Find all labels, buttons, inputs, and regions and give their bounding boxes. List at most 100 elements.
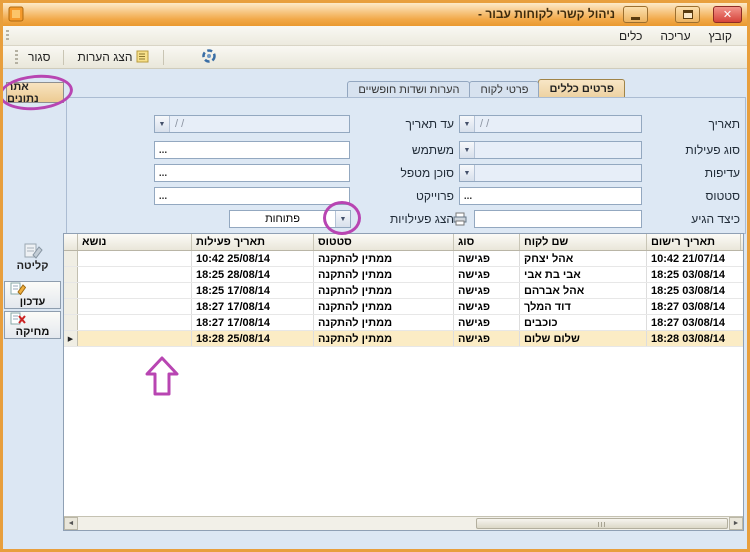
date-from-select[interactable]: ▼ / / (459, 115, 642, 133)
cell-subject[interactable] (78, 299, 192, 314)
update-button[interactable]: עדכון (4, 281, 61, 309)
cell-activity-date[interactable]: 17/08/14 18:27 (192, 315, 314, 330)
cell-type[interactable]: פגישה (454, 267, 520, 282)
cell-customer[interactable]: אהל יצחק (520, 251, 647, 266)
scroll-right-button[interactable]: ► (729, 517, 743, 530)
activity-type-select[interactable]: ▼ (459, 141, 642, 159)
table-row[interactable]: 17/08/14 18:25 ממתין להתקנה פגישה אהל אב… (64, 283, 743, 299)
tab-notes-free-fields[interactable]: הערות ושדות חופשיים (347, 81, 471, 98)
grip-handle-icon[interactable] (15, 50, 18, 64)
cell-customer[interactable]: אהל אברהם (520, 283, 647, 298)
chevron-down-icon[interactable]: ▼ (460, 116, 475, 132)
status-field[interactable]: ... (459, 187, 642, 205)
cell-customer[interactable]: אבי בת אבי (520, 267, 647, 282)
close-form-button[interactable]: סגור (22, 48, 56, 66)
cell-subject[interactable] (78, 283, 192, 298)
cell-status[interactable]: ממתין להתקנה (314, 251, 454, 266)
cell-type[interactable]: פגישה (454, 251, 520, 266)
grip-handle-icon[interactable] (6, 30, 9, 41)
how-arrived-value (475, 211, 641, 227)
cell-status[interactable]: ממתין להתקנה (314, 315, 454, 330)
show-activities-select[interactable]: פתוחות ▼ (229, 210, 351, 228)
row-selector-cell[interactable] (64, 299, 78, 314)
chevron-down-icon[interactable]: ▼ (155, 116, 170, 132)
row-selector-cell[interactable] (64, 251, 78, 266)
menu-tools[interactable]: כלים (610, 29, 651, 43)
cell-customer[interactable]: שלום שלום (520, 331, 647, 346)
cell-customer[interactable]: כוכבים (520, 315, 647, 330)
cell-reg-date[interactable]: 21/07/14 10:42 (647, 251, 741, 266)
tab-customer-details[interactable]: פרטי לקוח (469, 81, 540, 98)
cell-subject[interactable] (78, 267, 192, 282)
how-arrived-field[interactable] (474, 210, 642, 228)
find-data-button[interactable]: אתר נתונים (6, 81, 64, 105)
filter-panel: תאריך ▼ / / עד תאריך ▼ / / סוג פעילות ▼ … (66, 97, 746, 234)
cell-customer[interactable]: דוד המלך (520, 299, 647, 314)
project-field[interactable]: ... (154, 187, 350, 205)
row-selector-cell[interactable] (64, 267, 78, 282)
table-row[interactable]: 25/08/14 10:42 ממתין להתקנה פגישה אהל יצ… (64, 251, 743, 267)
table-row[interactable]: 17/08/14 18:27 ממתין להתקנה פגישה דוד המ… (64, 299, 743, 315)
intake-button[interactable]: קליטה (4, 236, 61, 278)
refresh-button[interactable] (195, 46, 223, 69)
close-button[interactable]: ✕ (713, 6, 742, 23)
browse-button[interactable]: ... (155, 188, 171, 204)
chevron-down-icon[interactable]: ▼ (460, 165, 475, 181)
browse-button[interactable]: ... (155, 142, 171, 158)
delete-cross-icon (10, 312, 26, 325)
cell-reg-date[interactable]: 03/08/14 18:25 (647, 283, 741, 298)
column-header-activity-date[interactable]: תאריך פעילות (192, 234, 314, 250)
column-header-type[interactable]: סוג (454, 234, 520, 250)
restore-button[interactable] (675, 6, 700, 23)
horizontal-scrollbar[interactable]: ◄ ► (64, 516, 743, 530)
cell-activity-date[interactable]: 17/08/14 18:25 (192, 283, 314, 298)
user-field[interactable]: ... (154, 141, 350, 159)
row-selector-cell[interactable] (64, 315, 78, 330)
cell-activity-date[interactable]: 25/08/14 18:28 (192, 331, 314, 346)
priority-select[interactable]: ▼ (459, 164, 642, 182)
chevron-down-icon[interactable]: ▼ (460, 142, 475, 158)
cell-subject[interactable] (78, 251, 192, 266)
column-header-subject[interactable]: נושא (78, 234, 192, 250)
date-until-select[interactable]: ▼ / / (154, 115, 350, 133)
scroll-left-button[interactable]: ◄ (64, 517, 78, 530)
table-row-selected[interactable]: ▶ 25/08/14 18:28 ממתין להתקנה פגישה שלום… (64, 331, 743, 347)
cell-reg-date[interactable]: 03/08/14 18:25 (647, 267, 741, 282)
minimize-icon (631, 17, 640, 20)
column-header-reg-date[interactable]: תאריך רישום (647, 234, 741, 250)
table-row[interactable]: 17/08/14 18:27 ממתין להתקנה פגישה כוכבים… (64, 315, 743, 331)
column-header-status[interactable]: סטטוס (314, 234, 454, 250)
cell-type[interactable]: פגישה (454, 283, 520, 298)
chevron-down-icon[interactable]: ▼ (335, 211, 350, 227)
scrollbar-thumb[interactable] (476, 518, 728, 529)
cell-status[interactable]: ממתין להתקנה (314, 283, 454, 298)
cell-status[interactable]: ממתין להתקנה (314, 331, 454, 346)
tab-general-details[interactable]: פרטים כללים (538, 79, 625, 98)
cell-type[interactable]: פגישה (454, 315, 520, 330)
cell-subject[interactable] (78, 315, 192, 330)
cell-status[interactable]: ממתין להתקנה (314, 299, 454, 314)
row-selector-cell[interactable] (64, 283, 78, 298)
browse-button[interactable]: ... (155, 165, 171, 181)
cell-status[interactable]: ממתין להתקנה (314, 267, 454, 282)
cell-activity-date[interactable]: 25/08/14 10:42 (192, 251, 314, 266)
show-notes-button[interactable]: הצג הערות (71, 47, 156, 68)
cell-activity-date[interactable]: 28/08/14 18:25 (192, 267, 314, 282)
cell-subject[interactable] (78, 331, 192, 346)
menu-file[interactable]: קובץ (700, 29, 741, 43)
agent-field[interactable]: ... (154, 164, 350, 182)
cell-reg-date[interactable]: 03/08/14 18:27 (647, 315, 741, 330)
cell-reg-date[interactable]: 03/08/14 18:28 (647, 331, 741, 346)
cell-type[interactable]: פגישה (454, 299, 520, 314)
browse-button[interactable]: ... (460, 188, 476, 204)
column-header-customer[interactable]: שם לקוח (520, 234, 647, 250)
table-row[interactable]: 28/08/14 18:25 ממתין להתקנה פגישה אבי בת… (64, 267, 743, 283)
cell-reg-date[interactable]: 03/08/14 18:27 (647, 299, 741, 314)
menu-edit[interactable]: עריכה (651, 29, 699, 43)
cell-type[interactable]: פגישה (454, 331, 520, 346)
row-selector-cell[interactable]: ▶ (64, 331, 78, 346)
minimize-button[interactable] (623, 6, 648, 23)
cell-activity-date[interactable]: 17/08/14 18:27 (192, 299, 314, 314)
delete-button[interactable]: מחיקה (4, 311, 61, 339)
restore-icon (682, 10, 693, 19)
